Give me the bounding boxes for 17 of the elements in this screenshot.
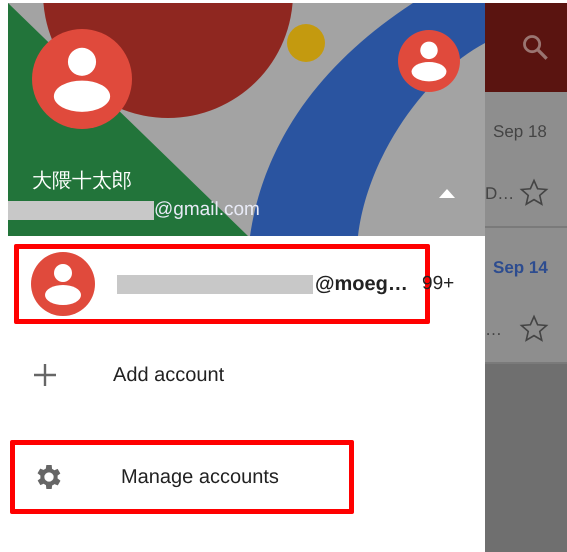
avatar-icon[interactable] [31,252,95,316]
manage-accounts-link[interactable]: Manage accounts [121,466,279,488]
search-icon[interactable] [521,33,549,61]
account-address[interactable]: @moeg… [315,272,408,296]
email-snippet: … [485,320,502,340]
drawer-item[interactable]: Add account [10,338,300,412]
avatar-icon[interactable] [398,30,460,92]
star-icon[interactable] [519,178,549,208]
account-name: 大隈十太郎 [32,169,132,194]
email-date: Sep 18 [493,122,548,142]
caret-icon[interactable] [439,189,455,198]
plus-icon[interactable] [33,363,57,387]
add-account-link[interactable]: Add account [113,364,224,386]
avatar-icon[interactable] [32,29,132,129]
star-icon[interactable] [519,314,549,344]
email-snippet: D… [485,184,514,204]
email-date: Sep 14 [493,258,549,278]
